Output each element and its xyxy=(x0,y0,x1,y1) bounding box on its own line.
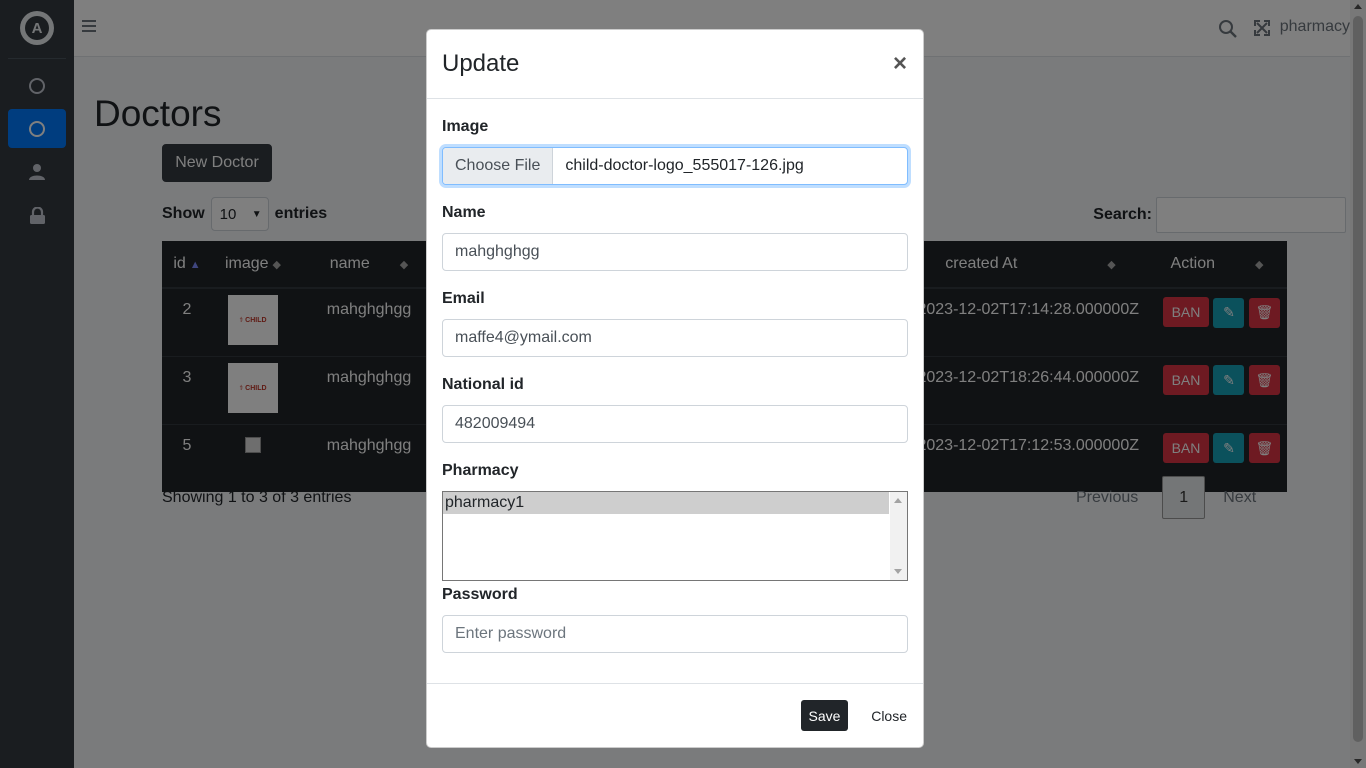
modal-header: Update × xyxy=(427,30,923,99)
listbox-scrollbar[interactable] xyxy=(890,492,907,580)
pharmacy-select[interactable]: pharmacy1 xyxy=(442,491,908,581)
password-field[interactable]: Enter password xyxy=(442,615,908,653)
email-field[interactable]: maffe4@ymail.com xyxy=(442,319,908,357)
name-field[interactable]: mahghghgg xyxy=(442,233,908,271)
modal-title: Update xyxy=(442,50,520,77)
update-modal: Update × Image Choose File child-doctor-… xyxy=(426,29,924,748)
image-file-input[interactable]: Choose File child-doctor-logo_555017-126… xyxy=(442,147,908,185)
password-placeholder: Enter password xyxy=(455,625,567,642)
close-button[interactable]: Close xyxy=(871,700,907,731)
image-label: Image xyxy=(442,118,489,135)
national-id-label: National id xyxy=(442,376,524,393)
pharmacy-option[interactable]: pharmacy1 xyxy=(443,492,889,514)
choose-file-button[interactable]: Choose File xyxy=(443,148,554,184)
name-label: Name xyxy=(442,204,486,221)
close-icon[interactable]: × xyxy=(893,52,907,76)
email-label: Email xyxy=(442,290,485,307)
file-name: child-doctor-logo_555017-126.jpg xyxy=(565,157,804,174)
save-button[interactable]: Save xyxy=(801,700,848,731)
national-id-field[interactable]: 482009494 xyxy=(442,405,908,443)
scroll-up-arrow[interactable] xyxy=(894,498,902,503)
scroll-down-arrow[interactable] xyxy=(894,569,902,574)
pharmacy-label: Pharmacy xyxy=(442,462,519,479)
modal-footer: Save Close xyxy=(427,683,923,747)
password-label: Password xyxy=(442,586,518,603)
